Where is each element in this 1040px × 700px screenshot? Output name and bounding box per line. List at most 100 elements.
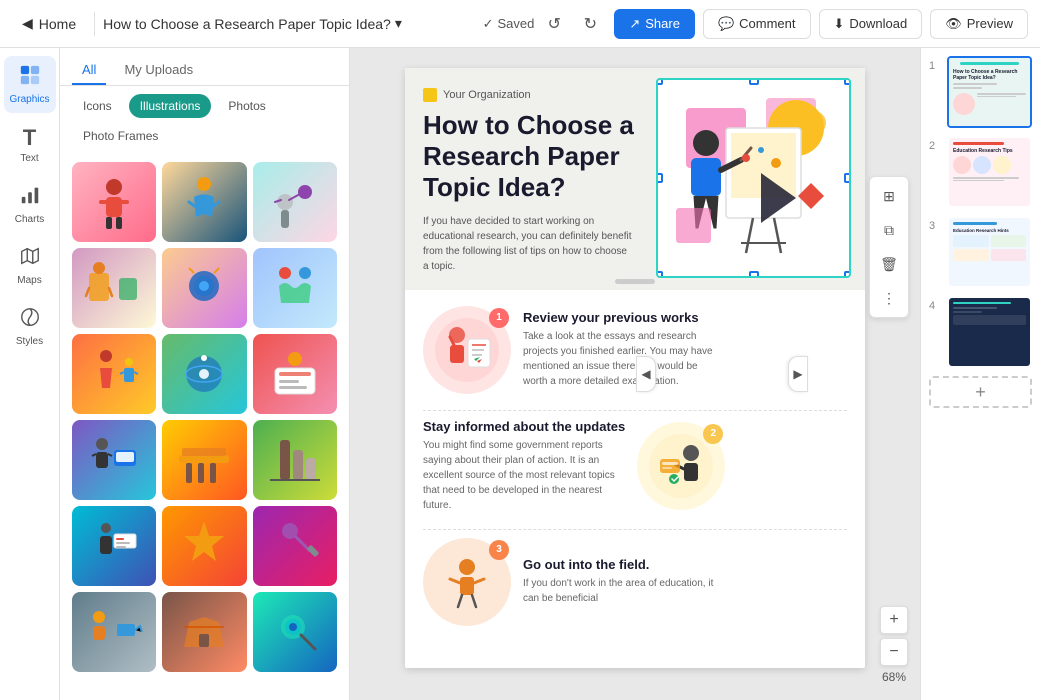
page-2-preview[interactable]: Education Research Tips bbox=[947, 136, 1032, 208]
illustration-item[interactable] bbox=[253, 506, 337, 586]
illustration-item[interactable] bbox=[253, 248, 337, 328]
comment-icon: 💬 bbox=[718, 16, 734, 32]
sidebar-item-label-text: Text bbox=[20, 153, 38, 164]
main-layout: Graphics T Text Charts Maps bbox=[0, 48, 1040, 700]
illustration-item[interactable] bbox=[162, 420, 246, 500]
zoom-in-button[interactable]: + bbox=[880, 606, 908, 634]
filter-photos[interactable]: Photos bbox=[217, 94, 276, 118]
sidebar-item-maps[interactable]: Maps bbox=[4, 237, 56, 294]
illustration-item[interactable] bbox=[162, 506, 246, 586]
page-2-thumb[interactable]: 2 Education Research Tips bbox=[929, 136, 1032, 208]
illustration-item[interactable] bbox=[253, 592, 337, 672]
illustrations-grid bbox=[60, 156, 349, 678]
comment-button[interactable]: 💬 Comment bbox=[703, 9, 811, 39]
undo-redo-group: ✓ Saved ↺ ↻ bbox=[483, 8, 607, 40]
pages-panel: 1 How to Choose a Research Paper Topic I… bbox=[920, 48, 1040, 700]
panel-tabs: All My Uploads bbox=[60, 48, 349, 86]
page-1-preview[interactable]: How to Choose a Research Paper Topic Ide… bbox=[947, 56, 1032, 128]
illustration-item[interactable] bbox=[162, 592, 246, 672]
delete-tool-button[interactable]: 🗑 bbox=[875, 250, 903, 278]
canvas-body: 1 Review your previous works Take a look… bbox=[405, 290, 865, 642]
zoom-out-button[interactable]: − bbox=[880, 638, 908, 666]
filter-illustrations[interactable]: Illustrations bbox=[129, 94, 212, 118]
illustration-item[interactable] bbox=[162, 334, 246, 414]
download-button[interactable]: ⬇ Download bbox=[819, 9, 923, 39]
chevron-down-icon: ▾ bbox=[395, 15, 402, 32]
step-2-text: You might find some government reports s… bbox=[423, 438, 623, 513]
graphics-icon bbox=[19, 64, 41, 92]
redo-button[interactable]: ↻ bbox=[574, 8, 606, 40]
sidebar-item-label-maps: Maps bbox=[17, 275, 41, 286]
topbar-divider bbox=[94, 12, 95, 36]
page-1-number: 1 bbox=[929, 60, 941, 72]
illustrations-scroll[interactable] bbox=[60, 156, 349, 700]
chevron-left-icon: ◀ bbox=[22, 15, 33, 32]
step-1-text: Take a look at the essays and research p… bbox=[523, 329, 723, 389]
canvas-title: How to Choose a Research Paper Topic Ide… bbox=[423, 110, 643, 204]
pages-expand-button[interactable]: ▶ bbox=[788, 356, 808, 392]
preview-button[interactable]: 👁 Preview bbox=[930, 9, 1028, 39]
illustration-item[interactable] bbox=[72, 506, 156, 586]
selection-handle-mr bbox=[844, 173, 851, 183]
left-sidebar: Graphics T Text Charts Maps bbox=[0, 48, 60, 700]
illustration-item[interactable] bbox=[72, 420, 156, 500]
copy-tool-button[interactable]: ⧉ bbox=[875, 216, 903, 244]
document-title[interactable]: How to Choose a Research Paper Topic Ide… bbox=[103, 15, 402, 32]
step-badge-2: 2 bbox=[703, 424, 723, 444]
panel-collapse-button[interactable]: ◀ bbox=[636, 356, 656, 392]
step-3-content: Go out into the field. If you don't work… bbox=[523, 557, 723, 606]
page-1-thumb[interactable]: 1 How to Choose a Research Paper Topic I… bbox=[929, 56, 1032, 128]
step-1-row: 1 Review your previous works Take a look… bbox=[423, 306, 847, 394]
step-badge-3: 3 bbox=[489, 540, 509, 560]
canvas-scroll[interactable]: Your Organization How to Choose a Resear… bbox=[350, 48, 920, 700]
page-4-preview[interactable] bbox=[947, 296, 1032, 368]
illustration-item[interactable] bbox=[162, 248, 246, 328]
page-3-preview[interactable]: Education Research Hints bbox=[947, 216, 1032, 288]
add-page-button[interactable]: + bbox=[929, 376, 1032, 408]
undo-button[interactable]: ↺ bbox=[538, 8, 570, 40]
sidebar-item-graphics[interactable]: Graphics bbox=[4, 56, 56, 113]
saved-status: ✓ Saved bbox=[483, 8, 535, 40]
sidebar-item-text[interactable]: T Text bbox=[4, 117, 56, 172]
charts-icon bbox=[19, 184, 41, 212]
resize-handle[interactable] bbox=[615, 279, 655, 284]
filter-icons[interactable]: Icons bbox=[72, 94, 123, 118]
title-text: How to Choose a Research Paper Topic Ide… bbox=[103, 16, 391, 32]
sidebar-item-styles[interactable]: Styles bbox=[4, 298, 56, 355]
page-4-number: 4 bbox=[929, 300, 941, 312]
maps-icon bbox=[19, 245, 41, 273]
share-button[interactable]: ↗ Share bbox=[614, 9, 695, 39]
step-3-text: If you don't work in the area of educati… bbox=[523, 576, 723, 606]
step-3-row: 3 Go out into the field. If you don't wo… bbox=[423, 538, 847, 626]
step-badge-1: 1 bbox=[489, 308, 509, 328]
illustration-item[interactable] bbox=[72, 248, 156, 328]
hero-image-frame[interactable]: ↺ bbox=[656, 78, 851, 278]
illustration-item[interactable] bbox=[72, 334, 156, 414]
tab-my-uploads[interactable]: My Uploads bbox=[114, 56, 203, 85]
step-divider-1 bbox=[423, 410, 847, 411]
selection-handle-tl bbox=[656, 78, 663, 85]
illustration-item[interactable] bbox=[72, 592, 156, 672]
illustration-item[interactable] bbox=[253, 162, 337, 242]
illustration-item[interactable] bbox=[162, 162, 246, 242]
selection-handle-bm bbox=[749, 271, 759, 278]
page-4-thumb[interactable]: 4 bbox=[929, 296, 1032, 368]
illustration-item[interactable] bbox=[253, 420, 337, 500]
illustration-item[interactable] bbox=[72, 162, 156, 242]
styles-icon bbox=[19, 306, 41, 334]
eye-icon: 👁 bbox=[945, 16, 962, 32]
tab-all[interactable]: All bbox=[72, 56, 106, 85]
align-tool-button[interactable]: ⊞ bbox=[875, 182, 903, 210]
step-2-row: Stay informed about the updates You migh… bbox=[423, 419, 847, 513]
text-icon: T bbox=[23, 125, 36, 151]
sidebar-item-label-styles: Styles bbox=[16, 336, 43, 347]
filter-photo-frames[interactable]: Photo Frames bbox=[72, 124, 169, 148]
illustration-item[interactable] bbox=[253, 334, 337, 414]
page-3-thumb[interactable]: 3 Education Research Hints bbox=[929, 216, 1032, 288]
canvas-right-toolbar: ⊞ ⧉ 🗑 ⋮ bbox=[869, 176, 909, 318]
step-3-illustration: 3 bbox=[423, 538, 511, 626]
home-button[interactable]: ◀ Home bbox=[12, 11, 86, 36]
graphics-panel: All My Uploads Icons Illustrations Photo… bbox=[60, 48, 350, 700]
sidebar-item-charts[interactable]: Charts bbox=[4, 176, 56, 233]
more-tool-button[interactable]: ⋮ bbox=[875, 284, 903, 312]
